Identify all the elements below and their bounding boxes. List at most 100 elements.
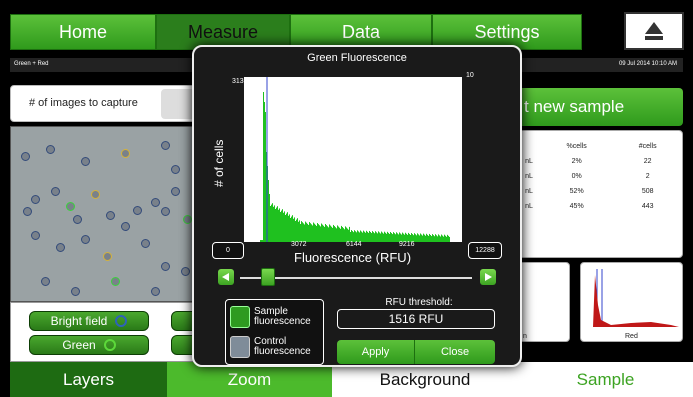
- histogram-bar: [342, 227, 343, 242]
- histogram-bar: [417, 233, 418, 242]
- histogram-bar: [328, 227, 329, 242]
- histogram-bar: [327, 226, 328, 242]
- cell-count: 508: [641, 188, 654, 195]
- histogram-bar: [263, 92, 264, 242]
- x-max-field[interactable]: 12288: [468, 242, 502, 259]
- cell-pct: 52%: [569, 188, 584, 195]
- new-sample-button[interactable]: t new sample: [518, 88, 683, 126]
- histogram-bar: [447, 234, 448, 242]
- histogram-bar: [291, 216, 292, 242]
- histogram-bar: [320, 226, 321, 242]
- layer-bright-field-button[interactable]: Bright field: [29, 311, 149, 331]
- fluorescence-dialog: Green Fluorescence 313 10 # of cells 307…: [192, 45, 522, 367]
- histogram-bar: [418, 234, 419, 242]
- cell-pct: 45%: [569, 203, 584, 210]
- histogram-bar: [395, 234, 396, 242]
- histogram-bar: [268, 180, 269, 242]
- cell-marker: [66, 202, 75, 211]
- histogram-bar: [438, 234, 439, 242]
- legend-box: Sample fluorescence Control fluorescence: [225, 299, 324, 365]
- histogram-plot[interactable]: [244, 77, 462, 242]
- arrow-right-icon: [485, 273, 492, 281]
- cell-image[interactable]: [10, 126, 200, 302]
- histogram-bar: [332, 227, 333, 242]
- apply-button[interactable]: Apply: [337, 340, 415, 364]
- histogram-bar: [436, 235, 437, 242]
- histogram-bar: [289, 214, 290, 242]
- histogram-bar: [337, 225, 338, 242]
- close-button[interactable]: Close: [415, 340, 495, 364]
- histogram-bar: [299, 220, 300, 242]
- histogram-bar: [439, 235, 440, 242]
- control-swatch-button[interactable]: [230, 336, 250, 358]
- cell-marker: [171, 165, 180, 174]
- cell-pct: 0%: [571, 173, 582, 180]
- cell-marker: [161, 207, 170, 216]
- histogram-bar: [261, 240, 262, 242]
- capture-count-row[interactable]: # of images to capture: [10, 85, 221, 122]
- x-min-field[interactable]: 0: [212, 242, 244, 259]
- x-tick-2: 6144: [346, 241, 362, 248]
- sample-tab[interactable]: Sample: [518, 362, 693, 397]
- cell-count: 22: [643, 158, 652, 165]
- cell-marker: [46, 145, 55, 154]
- cell-count: 2: [645, 173, 650, 180]
- cell-marker: [121, 149, 130, 158]
- arrow-left-icon: [222, 273, 229, 281]
- layer-green-button[interactable]: Green: [29, 335, 149, 355]
- cell-marker: [161, 262, 170, 271]
- mini-histogram-green[interactable]: n: [518, 262, 570, 342]
- slider-left-button[interactable]: [218, 269, 234, 285]
- histogram-bar: [444, 234, 445, 242]
- layers-tab[interactable]: Layers: [10, 362, 167, 397]
- threshold-slider-thumb[interactable]: [260, 268, 275, 286]
- cell-marker: [151, 198, 160, 207]
- table-row: nL 52% 508: [519, 184, 681, 199]
- green-ring-icon: [103, 339, 116, 351]
- histogram-bar: [305, 221, 306, 242]
- histogram-bar: [314, 223, 315, 242]
- background-tab[interactable]: Background: [332, 362, 518, 397]
- legend-sample-label: Sample fluorescence: [254, 306, 311, 327]
- sample-swatch-button[interactable]: [230, 306, 250, 328]
- histogram-bar: [335, 227, 336, 242]
- cell-marker: [21, 152, 30, 161]
- layer-bright-field-label: Bright field: [50, 314, 108, 328]
- histogram-bar: [425, 235, 426, 242]
- histogram-bar: [308, 224, 309, 242]
- histogram-bar: [262, 240, 263, 242]
- histogram-bar: [269, 194, 270, 242]
- mini-histogram-red[interactable]: Red: [580, 262, 683, 342]
- dialog-title: Green Fluorescence: [307, 52, 407, 64]
- tab-home[interactable]: Home: [10, 14, 156, 50]
- histogram-bar: [287, 212, 288, 242]
- histogram-bar: [376, 232, 377, 242]
- cell-marker: [71, 287, 80, 296]
- histogram-bar: [426, 233, 427, 242]
- cell-marker: [103, 252, 112, 261]
- histogram-bar: [294, 217, 295, 242]
- histogram-bar: [330, 225, 331, 242]
- histogram-bar: [433, 235, 434, 242]
- threshold-field[interactable]: 1516 RFU: [337, 309, 495, 329]
- histogram-bar: [264, 102, 265, 242]
- eject-button[interactable]: [624, 12, 684, 50]
- histogram-bar: [345, 226, 346, 242]
- histogram-bar: [427, 234, 428, 242]
- zoom-tab[interactable]: Zoom: [167, 362, 332, 397]
- eject-icon: [645, 22, 663, 40]
- cell-marker: [141, 239, 150, 248]
- histogram-bar: [445, 235, 446, 242]
- table-row: nL 45% 443: [519, 199, 681, 214]
- histogram-bar: [441, 234, 442, 242]
- histogram-bar: [285, 215, 286, 242]
- histogram-bar: [366, 230, 367, 242]
- histogram-bar: [272, 203, 273, 242]
- histogram-bar: [364, 231, 365, 242]
- slider-right-button[interactable]: [480, 269, 496, 285]
- histogram-bar: [416, 235, 417, 242]
- histogram-bar: [270, 206, 271, 242]
- histogram-bar: [260, 240, 261, 242]
- histogram-bar: [383, 233, 384, 242]
- cell-marker: [133, 206, 142, 215]
